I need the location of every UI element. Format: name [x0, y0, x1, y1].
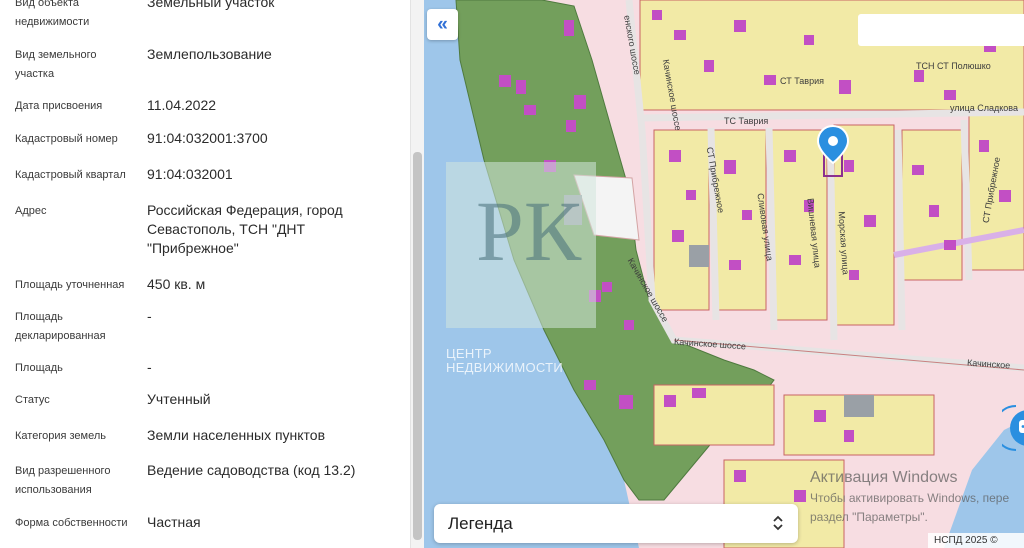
- legend-select[interactable]: Легенда: [434, 504, 798, 543]
- street-label-sladkova: улица Сладкова: [950, 103, 1018, 113]
- property-value: Частная: [147, 514, 201, 530]
- windows-activation-title: Активация Windows: [810, 469, 958, 486]
- chat-widget-icon[interactable]: [1002, 402, 1024, 454]
- property-value: -: [147, 359, 152, 375]
- collapse-panel-button[interactable]: «: [427, 9, 458, 40]
- property-value: Земли населенных пунктов: [147, 427, 326, 443]
- property-value: Учтенный: [147, 391, 211, 407]
- street-label-st-tavriya: СТ Таврия: [780, 76, 824, 86]
- property-value: 11.04.2022: [147, 97, 217, 113]
- double-chevron-left-icon: «: [437, 14, 448, 35]
- panel-scrollbar-thumb[interactable]: [413, 152, 422, 540]
- property-label: Кадастровый квартал: [15, 169, 126, 181]
- street-label-ts-tavriya: ТС Таврия: [724, 116, 769, 126]
- property-label: Вид земельного участка: [15, 49, 97, 80]
- svg-text:РК: РК: [476, 183, 582, 279]
- street-label-tsn-polyushko: ТСН СТ Полюшко: [916, 61, 991, 71]
- legend-label: Легенда: [448, 514, 513, 533]
- windows-activation-text: Чтобы активировать Windows, пере раздел …: [810, 491, 1010, 524]
- property-label: Адрес: [15, 205, 47, 217]
- property-label: Дата присвоения: [15, 100, 103, 112]
- chevron-up-down-icon: [773, 515, 783, 531]
- panel-scrollbar[interactable]: [410, 0, 424, 548]
- property-value[interactable]: 91:04:032001:3700: [147, 129, 397, 148]
- rk-logo-watermark: РК: [476, 183, 582, 279]
- property-label: Форма собственности: [15, 517, 128, 529]
- property-label: Вид разрешенного использования: [15, 465, 111, 496]
- property-label: Статус: [15, 394, 50, 406]
- cadastral-map[interactable]: ТС Таврия СТ Таврия ТСН СТ Полюшко улица…: [424, 0, 1024, 548]
- property-value: Ведение садоводства (код 13.2): [147, 462, 356, 478]
- copyright: НСПД 2025 ©: [928, 533, 1024, 548]
- map-search-box[interactable]: [858, 14, 1024, 46]
- property-label: Площадь уточненная: [15, 279, 125, 291]
- property-label: Площадь: [15, 362, 63, 374]
- property-label: Вид объекта недвижимости: [15, 0, 90, 28]
- property-label: Площадь декларированная: [15, 311, 106, 342]
- property-value: Землепользование: [147, 46, 272, 62]
- property-value[interactable]: 91:04:032001: [147, 165, 397, 184]
- property-value: Земельный участок: [147, 0, 275, 10]
- watermark-text: ЦЕНТР НЕДВИЖИМОСТИ: [446, 346, 564, 375]
- property-value: Российская Федерация, город Севастополь,…: [147, 202, 343, 256]
- property-label: Кадастровый номер: [15, 133, 118, 145]
- property-value: -: [147, 308, 152, 324]
- object-info-panel: Вид объекта недвижимости Земельный участ…: [0, 0, 424, 548]
- property-value: 450 кв. м: [147, 276, 206, 292]
- property-label: Категория земель: [15, 430, 106, 442]
